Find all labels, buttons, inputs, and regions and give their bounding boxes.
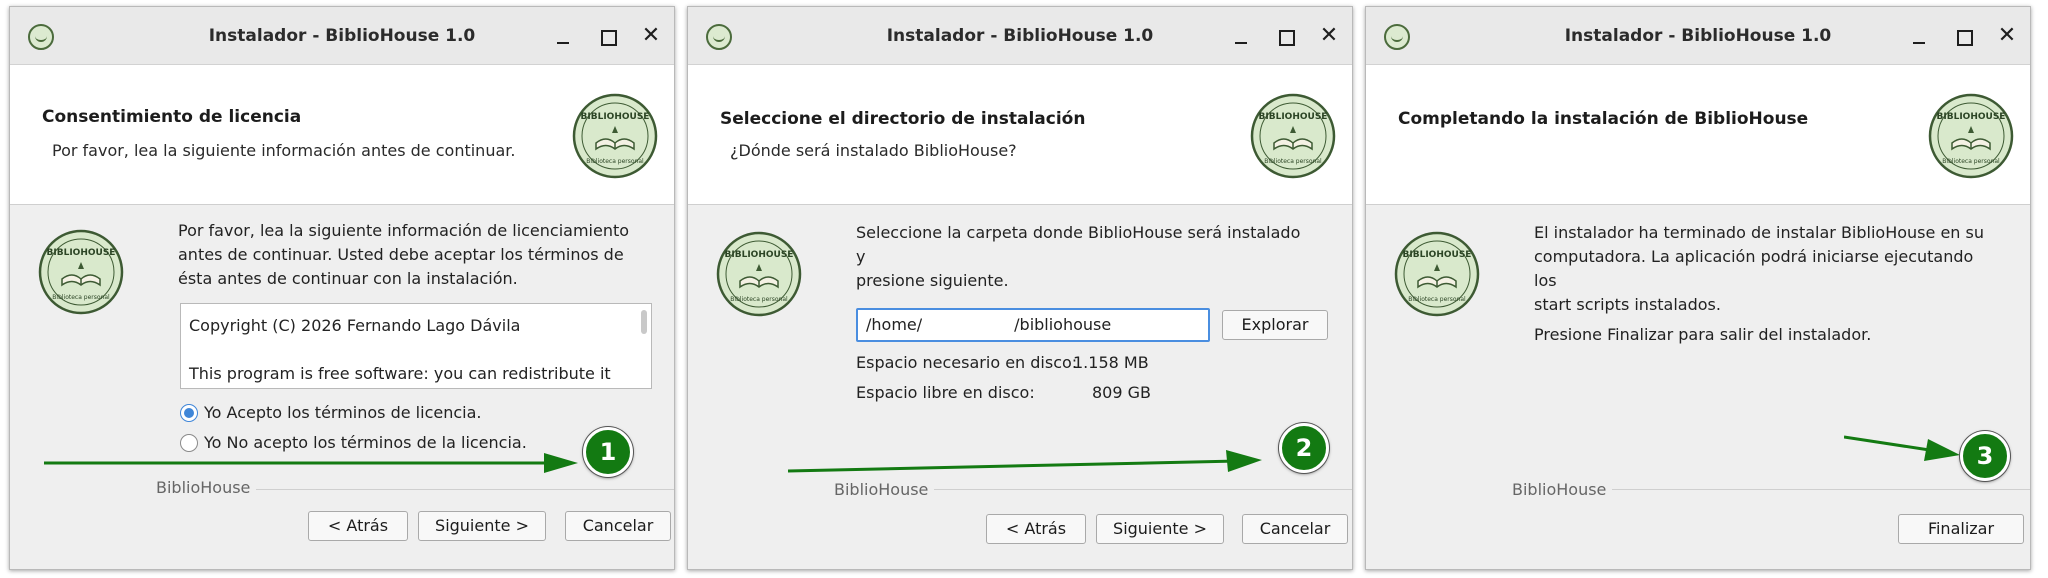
- bibliohouse-logo: BIBLIOHOUSE Biblioteca personal: [38, 229, 124, 315]
- installer-window-directory: Instalador - BiblioHouse 1.0 ✕ Seleccion…: [687, 6, 1353, 570]
- accept-license-radio[interactable]: Yo Acepto los términos de licencia.: [180, 403, 481, 422]
- install-path-input[interactable]: /home//bibliohouse: [856, 308, 1210, 342]
- next-button[interactable]: Siguiente >: [418, 511, 546, 541]
- step-badge: 3: [1960, 431, 2010, 481]
- svg-text:BIBLIOHOUSE: BIBLIOHOUSE: [47, 248, 116, 258]
- next-button[interactable]: Siguiente >: [1096, 514, 1224, 544]
- wizard-header: Consentimiento de licencia Por favor, le…: [10, 65, 674, 205]
- wizard-header: Seleccione el directorio de instalación …: [688, 65, 1352, 205]
- maximize-icon[interactable]: [592, 21, 622, 51]
- finish-instruction: Presione Finalizar para salir del instal…: [1534, 325, 1872, 344]
- title-bar: Instalador - BiblioHouse 1.0 ✕: [688, 7, 1352, 65]
- footer-brand: BiblioHouse: [156, 478, 257, 497]
- cancel-button[interactable]: Cancelar: [565, 511, 671, 541]
- step-badge: 1: [583, 427, 633, 477]
- page-subtitle: ¿Dónde será instalado BiblioHouse?: [730, 141, 1017, 160]
- bibliohouse-logo: BIBLIOHOUSE Biblioteca personal: [1928, 93, 2014, 179]
- license-line: This program is free software: you can r…: [189, 364, 611, 383]
- footer-brand: BiblioHouse: [1512, 480, 1613, 499]
- bibliohouse-logo: BIBLIOHOUSE Biblioteca personal: [1394, 231, 1480, 317]
- arrow-icon: [788, 450, 1262, 473]
- minimize-icon[interactable]: [1904, 21, 1934, 51]
- radio-checked-icon[interactable]: [180, 403, 198, 422]
- page-title: Consentimiento de licencia: [42, 107, 302, 127]
- minimize-icon[interactable]: [1226, 21, 1256, 51]
- step-badge: 2: [1279, 423, 1329, 473]
- title-bar: Instalador - BiblioHouse 1.0 ✕: [10, 7, 674, 65]
- bibliohouse-logo: BIBLIOHOUSE Biblioteca personal: [716, 231, 802, 317]
- cancel-button[interactable]: Cancelar: [1242, 514, 1348, 544]
- bibliohouse-logo: BIBLIOHOUSE Biblioteca personal: [572, 93, 658, 179]
- svg-text:Biblioteca personal: Biblioteca personal: [1408, 296, 1466, 303]
- redacted-username: [922, 316, 1015, 335]
- svg-text:BIBLIOHOUSE: BIBLIOHOUSE: [1403, 250, 1472, 260]
- space-required-label: Espacio necesario en disco:: [856, 353, 1078, 372]
- svg-text:BIBLIOHOUSE: BIBLIOHOUSE: [581, 112, 650, 122]
- finish-button[interactable]: Finalizar: [1898, 514, 2024, 544]
- svg-text:Biblioteca personal: Biblioteca personal: [586, 158, 644, 165]
- instruction-text: Por favor, lea la siguiente información …: [178, 221, 630, 288]
- page-subtitle: Por favor, lea la siguiente información …: [52, 141, 516, 160]
- page-title: Seleccione el directorio de instalación: [720, 109, 1086, 129]
- space-required-value: 1.158 MB: [1073, 353, 1149, 372]
- close-icon[interactable]: ✕: [1314, 21, 1344, 51]
- footer-brand: BiblioHouse: [834, 480, 935, 499]
- close-icon[interactable]: ✕: [1992, 21, 2022, 51]
- browse-button[interactable]: Explorar: [1222, 310, 1328, 340]
- instruction-text: Seleccione la carpeta donde BiblioHouse …: [856, 223, 1301, 290]
- page-title: Completando la instalación de BiblioHous…: [1398, 109, 1809, 129]
- svg-text:Biblioteca personal: Biblioteca personal: [1264, 158, 1322, 165]
- close-icon[interactable]: ✕: [636, 21, 666, 51]
- svg-text:Biblioteca personal: Biblioteca personal: [1942, 158, 2000, 165]
- svg-text:Biblioteca personal: Biblioteca personal: [52, 294, 110, 301]
- arrow-icon: [1844, 435, 1960, 461]
- scrollbar-thumb[interactable]: [641, 310, 647, 334]
- license-line: Copyright (C) 2026 Fernando Lago Dávila: [189, 316, 521, 335]
- completion-text: El instalador ha terminado de instalar B…: [1534, 223, 1984, 314]
- space-free-label: Espacio libre en disco:: [856, 383, 1035, 402]
- back-button[interactable]: < Atrás: [986, 514, 1086, 544]
- arrow-icon: [44, 453, 578, 473]
- space-free-value: 809 GB: [1092, 383, 1151, 402]
- svg-text:BIBLIOHOUSE: BIBLIOHOUSE: [1937, 112, 2006, 122]
- installer-window-finish: Instalador - BiblioHouse 1.0 ✕ Completan…: [1365, 6, 2031, 570]
- minimize-icon[interactable]: [548, 21, 578, 51]
- svg-text:BIBLIOHOUSE: BIBLIOHOUSE: [725, 250, 794, 260]
- title-bar: Instalador - BiblioHouse 1.0 ✕: [1366, 7, 2030, 65]
- maximize-icon[interactable]: [1948, 21, 1978, 51]
- license-text-area[interactable]: Copyright (C) 2026 Fernando Lago Dávila …: [180, 303, 652, 389]
- back-button[interactable]: < Atrás: [308, 511, 408, 541]
- svg-text:Biblioteca personal: Biblioteca personal: [730, 296, 788, 303]
- bibliohouse-logo: BIBLIOHOUSE Biblioteca personal: [1250, 93, 1336, 179]
- wizard-header: Completando la instalación de BiblioHous…: [1366, 65, 2030, 205]
- installer-window-license: Instalador - BiblioHouse 1.0 ✕ Consentim…: [9, 6, 675, 570]
- svg-text:BIBLIOHOUSE: BIBLIOHOUSE: [1259, 112, 1328, 122]
- maximize-icon[interactable]: [1270, 21, 1300, 51]
